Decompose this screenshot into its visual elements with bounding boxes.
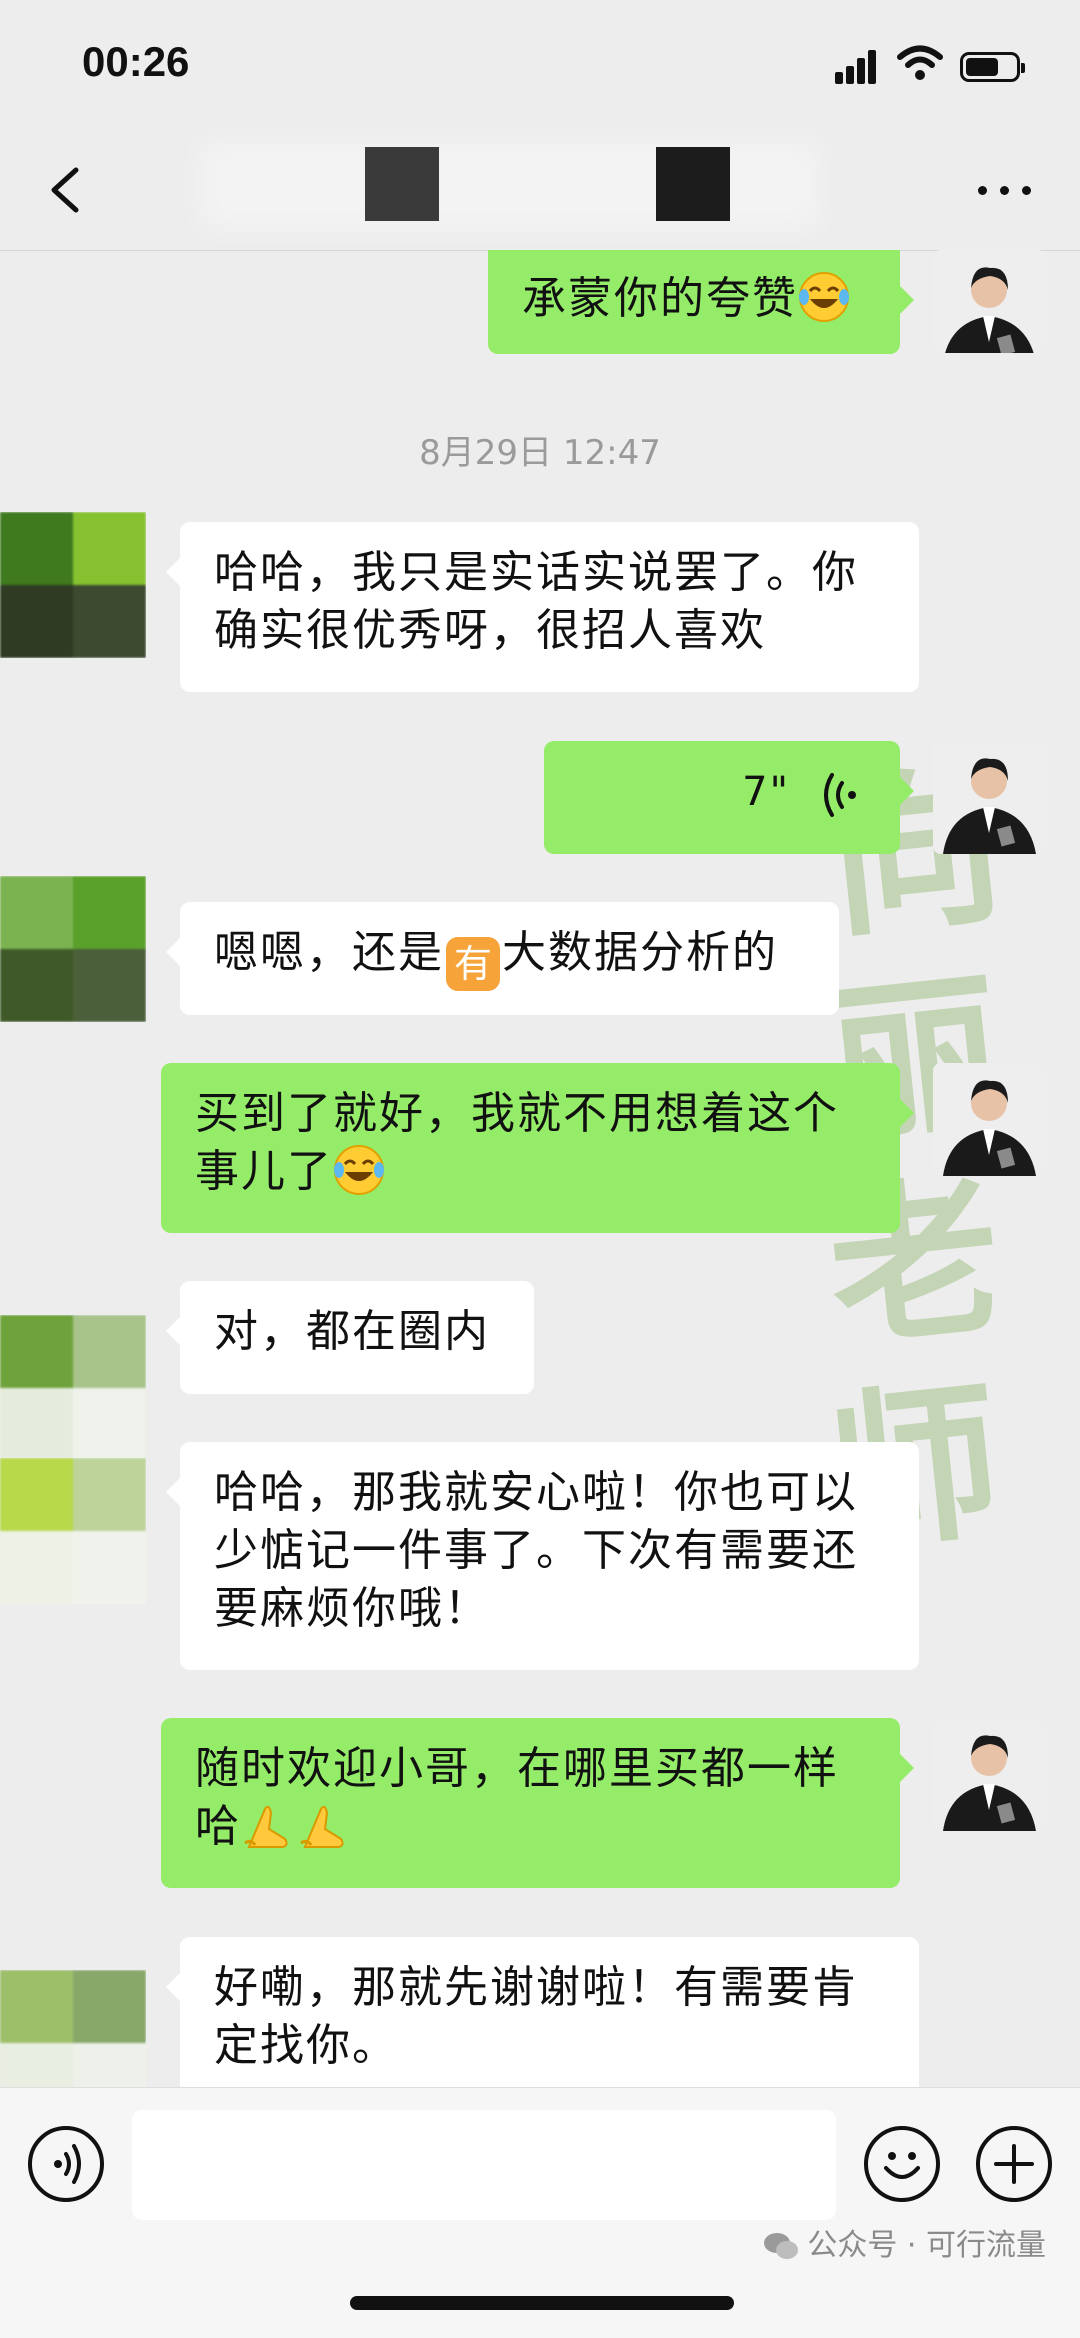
avatar-self[interactable]: [933, 1718, 1046, 1831]
folded-hands-emoji-icon: [297, 1799, 353, 1851]
voice-duration: 7": [742, 769, 790, 815]
message-list[interactable]: 向 丽 老 师 承蒙你的夸赞 8月29日 12:47 哈哈，我只是实话实说罢了。…: [0, 250, 1080, 2087]
message-bubble-self[interactable]: 买到了就好，我就不用想着这个事儿了: [161, 1063, 914, 1233]
redacted-title-block: [365, 147, 439, 221]
redacted-title-block: [656, 147, 730, 221]
message-bubble-peer[interactable]: 哈哈，我只是实话实说罢了。你确实很优秀呀，很招人喜欢: [166, 522, 919, 692]
voice-input-icon[interactable]: [28, 2126, 104, 2202]
timestamp: 8月29日 12:47: [419, 433, 661, 473]
home-indicator[interactable]: [350, 2296, 734, 2310]
message-text: 哈哈，那我就安心啦！你也可以少惦记一件事了。下次有需要还要麻烦你哦！: [214, 1467, 858, 1634]
avatar-peer[interactable]: [0, 1315, 146, 1461]
battery-icon: [960, 52, 1025, 82]
avatar-peer[interactable]: [0, 1970, 146, 2087]
footer-credit: 公众号 · 可行流量: [763, 2220, 1046, 2264]
folded-hands-emoji-icon: [241, 1799, 297, 1851]
avatar-self[interactable]: [933, 741, 1046, 854]
message-text: 哈哈，我只是实话实说罢了。你确实很优秀呀，很招人喜欢: [214, 547, 858, 656]
emoji-smile-icon[interactable]: [864, 2126, 940, 2202]
avatar-self[interactable]: [933, 250, 1046, 353]
status-bar: 00:26: [0, 0, 1080, 130]
avatar-peer[interactable]: [0, 512, 146, 658]
message-input[interactable]: [132, 2110, 836, 2220]
message-text: 大数据分析的: [502, 927, 778, 978]
message-bubble-peer[interactable]: 好嘞，那就先谢谢啦！有需要肯定找你。: [166, 1937, 919, 2087]
laughing-tears-emoji-icon: [798, 271, 850, 323]
wechat-icon: [764, 2233, 799, 2259]
message-bubble-self[interactable]: 随时欢迎小哥，在哪里买都一样哈: [161, 1718, 914, 1888]
message-bubble-peer[interactable]: 哈哈，那我就安心啦！你也可以少惦记一件事了。下次有需要还要麻烦你哦！: [166, 1442, 919, 1670]
signal-icon: [835, 48, 877, 84]
wifi-icon: [897, 45, 943, 80]
you-badge-emoji-icon: 有: [446, 937, 500, 991]
chevron-left-icon[interactable]: [36, 158, 96, 222]
message-bubble-peer[interactable]: 对，都在圈内: [166, 1281, 534, 1394]
message-bubble-peer[interactable]: 嗯嗯，还是有大数据分析的: [166, 902, 839, 1015]
laughing-tears-emoji-icon: [333, 1144, 385, 1196]
avatar-peer[interactable]: [0, 1458, 146, 1604]
message-text: 好嘞，那就先谢谢啦！有需要肯定找你。: [214, 1962, 858, 2071]
more-dots-icon[interactable]: [970, 172, 1040, 208]
status-time: 00:26: [82, 38, 190, 85]
message-text: 嗯嗯，还是: [214, 927, 444, 978]
avatar-peer[interactable]: [0, 876, 146, 1022]
plus-icon[interactable]: [976, 2126, 1052, 2202]
message-text: 承蒙你的夸赞: [522, 273, 798, 324]
message-bubble-self[interactable]: 承蒙你的夸赞: [488, 250, 914, 354]
message-text: 买到了就好，我就不用想着这个事儿了: [195, 1088, 839, 1197]
voice-wave-icon: [824, 773, 856, 817]
voice-message-bubble[interactable]: 7": [544, 741, 914, 854]
avatar-self[interactable]: [933, 1063, 1046, 1176]
chat-header: [0, 130, 1080, 251]
message-text: 对，都在圈内: [214, 1306, 490, 1357]
